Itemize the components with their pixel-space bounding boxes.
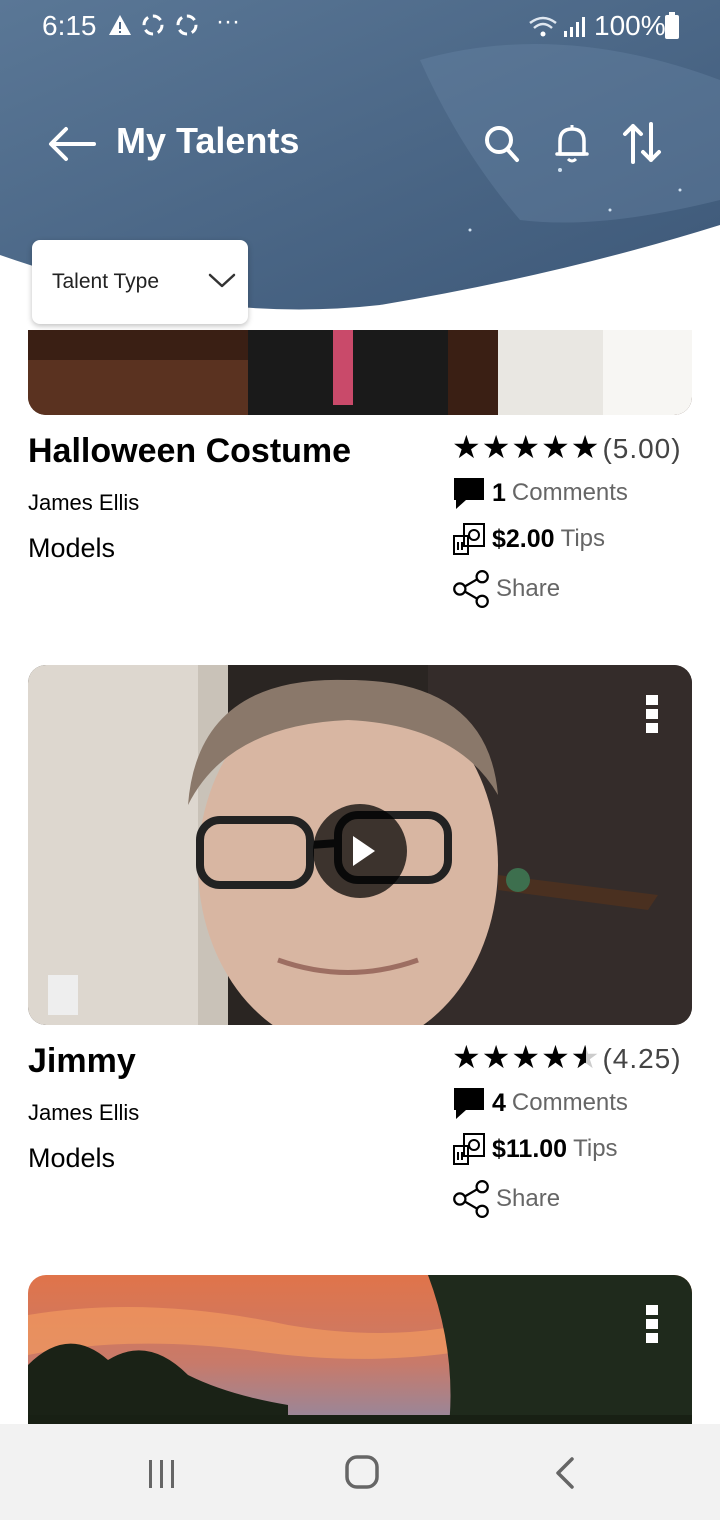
tips-amount: $11.00 bbox=[492, 1134, 568, 1163]
battery-percent: 100% bbox=[594, 10, 666, 41]
comments-label: Comments bbox=[511, 1089, 628, 1116]
talent-category: Models bbox=[28, 1143, 116, 1173]
talent-title[interactable]: Halloween Costume bbox=[28, 432, 351, 471]
page-title: My Talents bbox=[116, 120, 300, 161]
talent-type-dropdown[interactable]: Talent Type bbox=[32, 240, 248, 324]
talent-thumbnail[interactable] bbox=[28, 330, 692, 415]
tips-money-icon bbox=[453, 523, 485, 555]
star-icon: ★★★★★ bbox=[452, 429, 601, 465]
comments-label: Comments bbox=[511, 479, 628, 506]
bell-icon[interactable] bbox=[553, 122, 591, 169]
tips-amount: $2.00 bbox=[492, 524, 555, 553]
chevron-down-icon bbox=[208, 272, 236, 295]
share-label: Share bbox=[496, 575, 561, 602]
back-arrow-icon[interactable] bbox=[46, 124, 96, 169]
tips-link[interactable]: $2.00 Tips bbox=[452, 522, 605, 556]
tips-label: Tips bbox=[573, 1135, 618, 1162]
talent-author: James Ellis bbox=[28, 490, 140, 515]
rating-value: (5.00) bbox=[602, 433, 682, 464]
star-icon: ★★★★ bbox=[452, 1039, 571, 1075]
sort-icon[interactable] bbox=[622, 122, 662, 169]
rating-stars: ★★★★★★(4.25) bbox=[452, 1038, 682, 1076]
recycle-icon bbox=[140, 12, 166, 45]
share-button[interactable]: Share bbox=[452, 1180, 560, 1218]
share-icon bbox=[453, 1180, 489, 1218]
back-icon[interactable] bbox=[552, 1456, 576, 1495]
play-button[interactable] bbox=[313, 804, 407, 898]
talent-title[interactable]: Jimmy bbox=[28, 1042, 136, 1081]
tips-money-icon bbox=[453, 1133, 485, 1165]
search-icon[interactable] bbox=[483, 124, 521, 169]
comments-link[interactable]: 1 Comments bbox=[452, 476, 628, 510]
comment-icon bbox=[454, 478, 484, 509]
more-icon: ··· bbox=[216, 8, 240, 35]
recycle-icon bbox=[174, 12, 200, 45]
share-icon bbox=[453, 570, 489, 608]
wifi-icon bbox=[528, 14, 558, 46]
comment-icon bbox=[454, 1088, 484, 1119]
tips-link[interactable]: $11.00 Tips bbox=[452, 1132, 618, 1166]
comments-link[interactable]: 4 Comments bbox=[452, 1086, 628, 1120]
rating-stars: ★★★★★(5.00) bbox=[452, 428, 682, 466]
talent-author: James Ellis bbox=[28, 1100, 140, 1125]
more-options-icon[interactable] bbox=[646, 695, 660, 737]
share-label: Share bbox=[496, 1185, 561, 1212]
home-icon[interactable] bbox=[344, 1454, 380, 1495]
warning-icon bbox=[108, 12, 132, 44]
battery-icon bbox=[664, 12, 680, 47]
comments-count: 4 bbox=[492, 1088, 506, 1117]
more-options-icon[interactable] bbox=[646, 1305, 660, 1347]
recent-apps-icon[interactable] bbox=[146, 1458, 178, 1495]
dropdown-label: Talent Type bbox=[52, 270, 160, 293]
talent-thumbnail[interactable] bbox=[28, 1275, 692, 1435]
half-star-icon: ★★ bbox=[570, 1039, 601, 1075]
share-button[interactable]: Share bbox=[452, 570, 560, 608]
status-time: 6:15 bbox=[42, 10, 97, 41]
talent-category: Models bbox=[28, 533, 116, 563]
comments-count: 1 bbox=[492, 478, 506, 507]
rating-value: (4.25) bbox=[602, 1043, 682, 1074]
system-nav-bar bbox=[0, 1424, 720, 1520]
tips-label: Tips bbox=[560, 525, 606, 552]
signal-icon bbox=[562, 14, 586, 46]
status-bar: 6:15 ··· 100% bbox=[0, 0, 720, 54]
